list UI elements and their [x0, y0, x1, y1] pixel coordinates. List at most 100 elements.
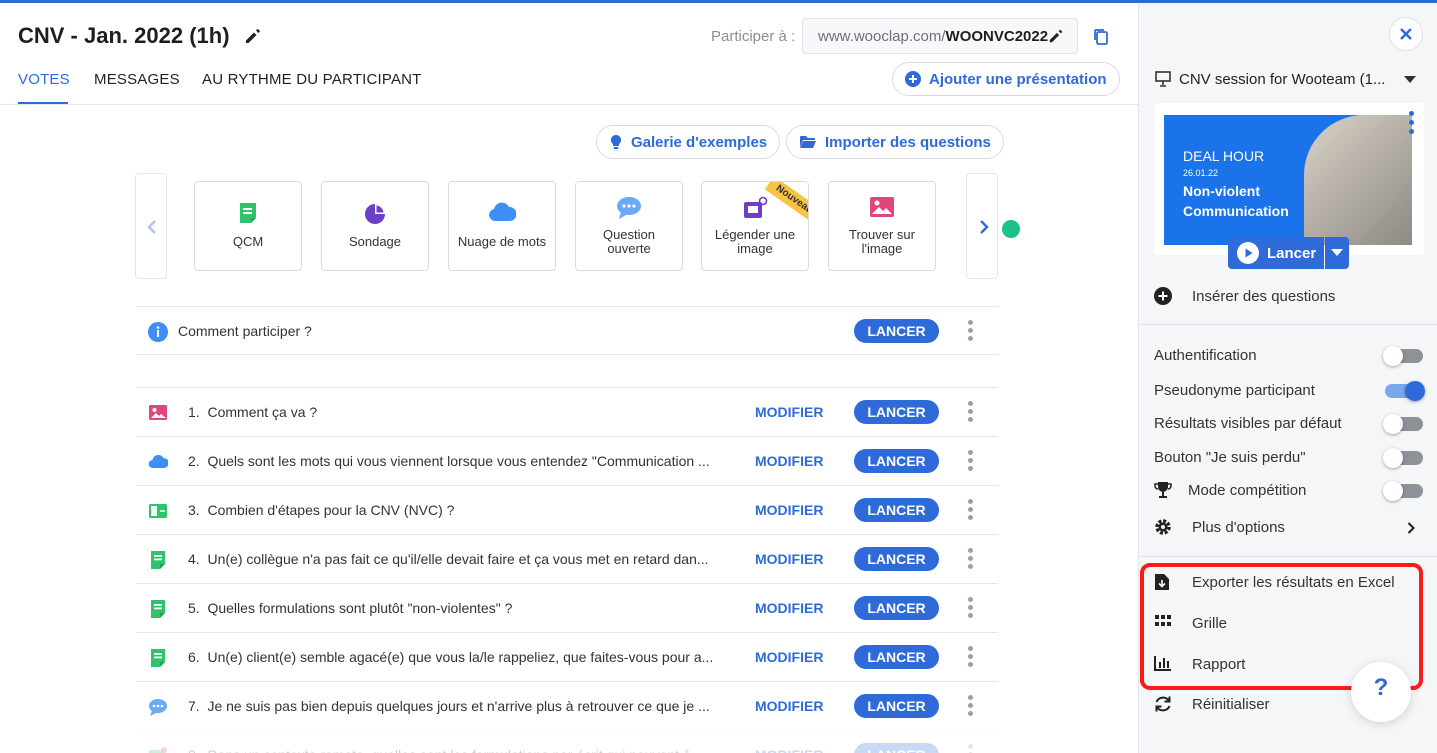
- participation-url-field[interactable]: www.wooclap.com/WOONVC2022: [802, 18, 1078, 54]
- launch-button[interactable]: LANCER: [854, 319, 939, 343]
- lost-button-toggle[interactable]: [1383, 448, 1423, 468]
- session-selector[interactable]: CNV session for Wooteam (1...: [1155, 71, 1385, 88]
- image-icon: [870, 197, 894, 217]
- more-options-icon[interactable]: [966, 548, 974, 572]
- slide-options-icon[interactable]: [1409, 111, 1415, 137]
- question-text: 1. Comment ça va ?: [188, 404, 317, 420]
- more-options-icon[interactable]: [966, 320, 974, 344]
- launch-button[interactable]: LANCER: [854, 449, 939, 473]
- plus-circle-icon: [1154, 287, 1172, 305]
- trophy-icon: [1154, 482, 1172, 498]
- setting-label: Bouton "Je suis perdu": [1154, 449, 1306, 466]
- more-options-icon[interactable]: [966, 744, 974, 753]
- speech-bubble-icon: [149, 699, 167, 716]
- modify-button[interactable]: MODIFIER: [755, 747, 823, 753]
- question-type-find-on-image[interactable]: Trouver sur l'image: [828, 181, 936, 271]
- question-type-word-cloud[interactable]: Nuage de mots: [448, 181, 556, 271]
- import-label: Importer des questions: [825, 133, 991, 151]
- launch-button[interactable]: LANCER: [854, 645, 939, 669]
- add-presentation-button[interactable]: Ajouter une présentation: [892, 62, 1120, 96]
- example-gallery-button[interactable]: Galerie d'exemples: [596, 125, 781, 159]
- modify-button[interactable]: MODIFIER: [755, 404, 823, 420]
- modify-button[interactable]: MODIFIER: [755, 453, 823, 469]
- help-label: ?: [1373, 674, 1389, 701]
- modify-button[interactable]: MODIFIER: [755, 502, 823, 518]
- poll-icon: [365, 204, 385, 224]
- import-questions-button[interactable]: Importer des questions: [786, 125, 1004, 159]
- competition-mode-toggle[interactable]: [1383, 481, 1423, 501]
- results-visible-toggle[interactable]: [1383, 414, 1423, 434]
- question-type-label: Légender une image: [714, 227, 796, 256]
- more-options-icon[interactable]: [966, 646, 974, 670]
- modify-button[interactable]: MODIFIER: [755, 600, 823, 616]
- question-row[interactable]: 5. Quelles formulations sont plutôt "non…: [136, 583, 998, 632]
- tab-messages[interactable]: MESSAGES: [94, 71, 180, 88]
- question-row[interactable]: 3. Combien d'étapes pour la CNV (NVC) ? M…: [136, 485, 998, 534]
- launch-button[interactable]: LANCER: [854, 498, 939, 522]
- question-row[interactable]: 1. Comment ça va ? MODIFIER LANCER: [136, 387, 998, 436]
- modify-button[interactable]: MODIFIER: [755, 698, 823, 714]
- carousel-prev-button[interactable]: [135, 173, 167, 279]
- plus-circle-icon: [905, 71, 921, 87]
- qcm-icon: [151, 551, 165, 569]
- close-panel-button[interactable]: [1389, 17, 1423, 51]
- launch-button[interactable]: LANCER: [854, 694, 939, 718]
- gear-icon: [1155, 519, 1171, 535]
- more-options-icon[interactable]: [966, 401, 974, 425]
- qcm-icon: [240, 203, 256, 223]
- question-row[interactable]: 4. Un(e) collègue n'a pas fait ce qu'il/…: [136, 534, 998, 583]
- question-number: 3.: [188, 502, 200, 518]
- authentication-toggle[interactable]: [1383, 346, 1423, 366]
- speech-bubble-icon: [617, 197, 641, 219]
- question-type-carousel: QCM Sondage Nuage de mots Question ouver…: [135, 173, 998, 279]
- more-options-icon[interactable]: [966, 695, 974, 719]
- question-type-qcm[interactable]: QCM: [194, 181, 302, 271]
- edit-url-pencil-icon[interactable]: [1048, 28, 1064, 44]
- launch-button[interactable]: LANCER: [854, 547, 939, 571]
- modify-button[interactable]: MODIFIER: [755, 551, 823, 567]
- question-row[interactable]: 8. Dans un contexte remote, quelles sont…: [136, 730, 998, 753]
- caret-down-icon[interactable]: [1404, 76, 1416, 83]
- more-options-icon[interactable]: [966, 499, 974, 523]
- cloud-icon: [148, 455, 168, 469]
- edit-title-pencil-icon[interactable]: [244, 27, 262, 45]
- question-type-label-image[interactable]: Légender une image Nouveau: [701, 181, 809, 271]
- question-type-poll[interactable]: Sondage: [321, 181, 429, 271]
- carousel-next-button[interactable]: [966, 173, 998, 279]
- question-title: Un(e) collègue n'a pas fait ce qu'il/ell…: [207, 551, 709, 567]
- question-type-open-question[interactable]: Question ouverte: [575, 181, 683, 271]
- pseudonym-toggle[interactable]: [1385, 381, 1425, 401]
- cloud-icon: [489, 202, 516, 221]
- copy-icon[interactable]: [1093, 28, 1109, 46]
- launch-button[interactable]: LANCER: [854, 400, 939, 424]
- gallery-label: Galerie d'exemples: [631, 133, 768, 151]
- participate-label: Participer à :: [711, 28, 796, 45]
- question-number: 1.: [188, 404, 200, 420]
- setting-label: Résultats visibles par défaut: [1154, 415, 1342, 432]
- folder-open-icon: [800, 136, 816, 148]
- side-divider: [1139, 556, 1437, 557]
- url-prefix: www.wooclap.com/: [818, 28, 946, 45]
- more-options-icon[interactable]: [966, 597, 974, 621]
- help-button[interactable]: ?: [1351, 662, 1411, 722]
- question-text: 3. Combien d'étapes pour la CNV (NVC) ?: [188, 502, 454, 518]
- question-number: 4.: [188, 551, 200, 567]
- presentation-slide-preview[interactable]: DEAL HOUR 26.01.22 Non-violent Communica…: [1154, 103, 1424, 255]
- launch-options-button[interactable]: [1325, 237, 1349, 269]
- launch-session-button[interactable]: Lancer: [1228, 237, 1324, 269]
- chevron-right-icon[interactable]: [1407, 522, 1415, 534]
- main-panel: CNV - Jan. 2022 (1h) Participer à : www.…: [0, 3, 1138, 753]
- question-row[interactable]: 2. Quels sont les mots qui vous viennent…: [136, 436, 998, 485]
- launch-button[interactable]: LANCER: [854, 743, 939, 753]
- modify-button[interactable]: MODIFIER: [755, 649, 823, 665]
- tab-participant-pace[interactable]: AU RYTHME DU PARTICIPANT: [202, 71, 422, 88]
- launch-button[interactable]: LANCER: [854, 596, 939, 620]
- question-row[interactable]: 6. Un(e) client(e) semble agacé(e) que v…: [136, 632, 998, 681]
- more-options-icon[interactable]: [966, 450, 974, 474]
- question-text: 2. Quels sont les mots qui vous viennent…: [188, 453, 710, 469]
- question-row[interactable]: 7. Je ne suis pas bien depuis quelques j…: [136, 681, 998, 730]
- tab-votes[interactable]: VOTES: [18, 71, 70, 88]
- slide-line-2: 26.01.22: [1183, 168, 1219, 178]
- question-type-label: Sondage: [348, 234, 402, 249]
- question-title: Quelles formulations sont plutôt "non-vi…: [207, 600, 513, 616]
